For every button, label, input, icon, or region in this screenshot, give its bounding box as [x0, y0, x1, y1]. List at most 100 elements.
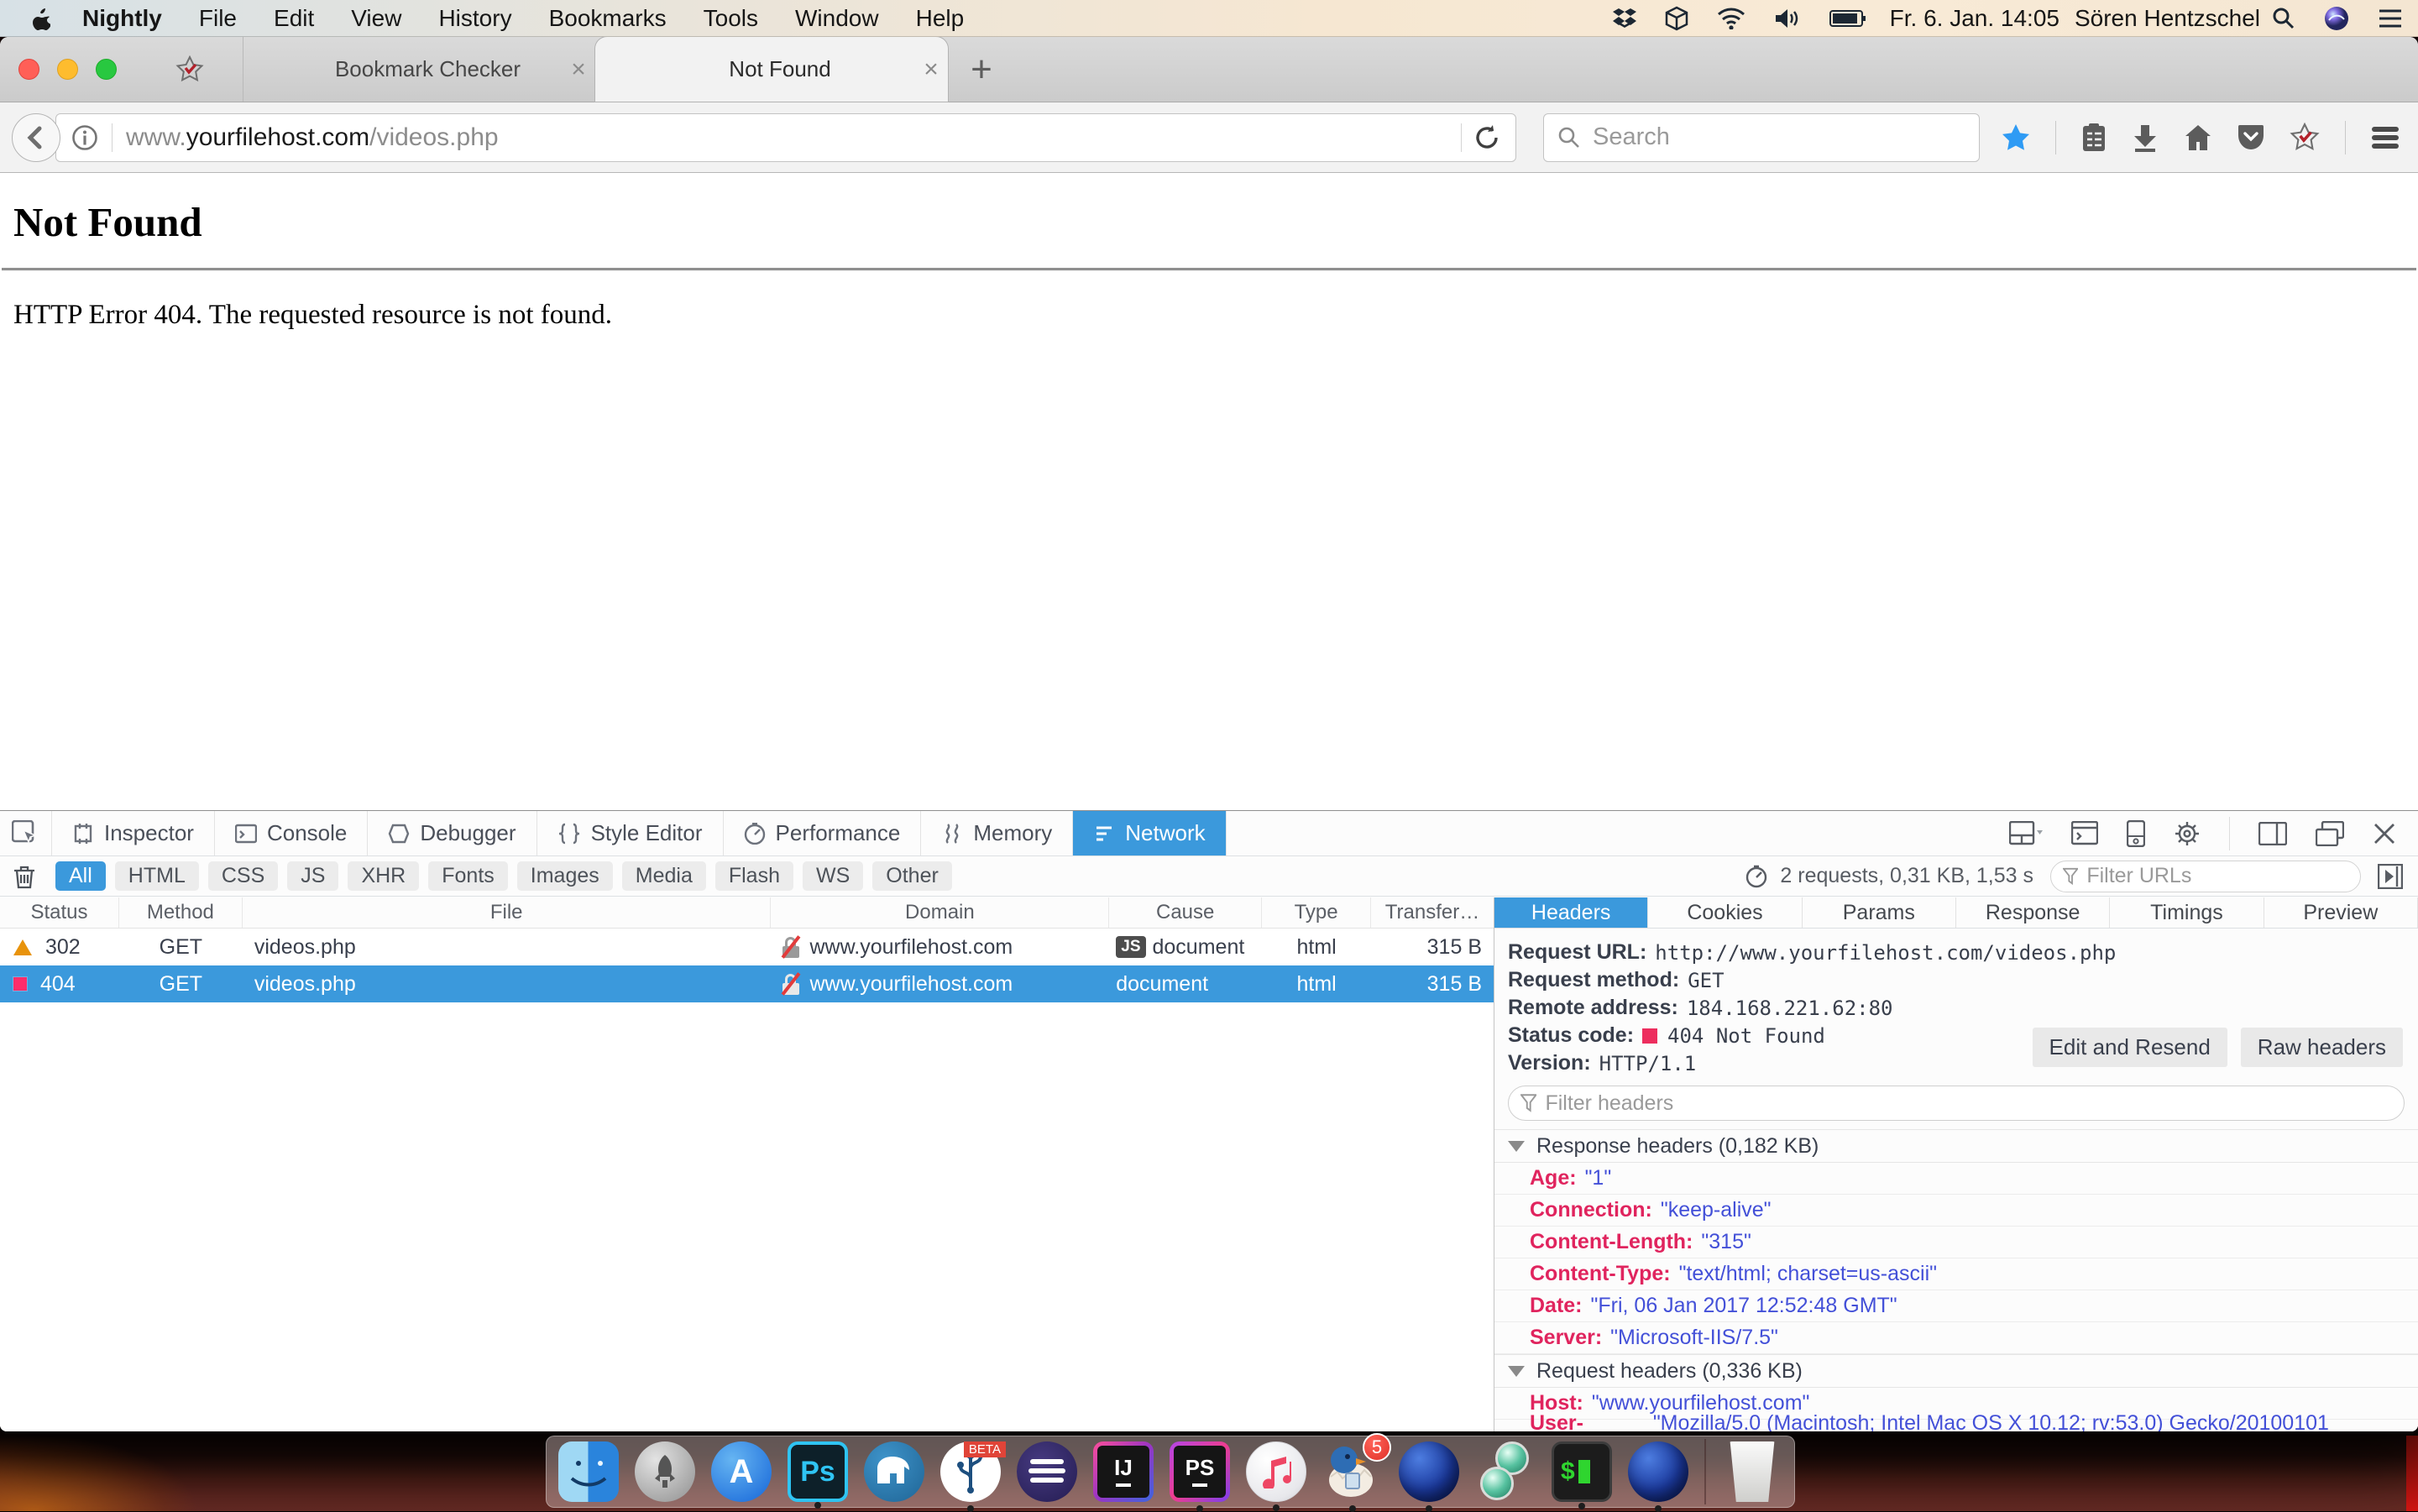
apple-menu-icon[interactable]	[30, 7, 50, 30]
dock-sourcetree-beta-icon[interactable]: BETA	[940, 1441, 1001, 1502]
tab-close-icon[interactable]: ×	[914, 55, 948, 84]
dock-trash-icon[interactable]	[1722, 1441, 1782, 1502]
header-row-content-length[interactable]: Content-Length:"315"	[1494, 1227, 2418, 1258]
dock-photoshop-icon[interactable]: Ps	[788, 1441, 848, 1502]
new-tab-button[interactable]: +	[948, 37, 1015, 102]
menu-user-name[interactable]: Sören Hentzschel	[2075, 5, 2260, 32]
header-row-date[interactable]: Date:"Fri, 06 Jan 2017 12:52:48 GMT"	[1494, 1290, 2418, 1322]
devtools-tab-memory[interactable]: Memory	[921, 811, 1073, 855]
element-picker-button[interactable]	[0, 811, 52, 855]
console-panel-icon[interactable]	[2071, 821, 2098, 846]
column-method[interactable]: Method	[119, 897, 243, 928]
dock-app-store-icon[interactable]: A	[711, 1441, 772, 1502]
filter-headers-input[interactable]	[1545, 1091, 2392, 1116]
dock-launchpad-icon[interactable]	[635, 1441, 695, 1502]
menu-bookmarks[interactable]: Bookmarks	[549, 5, 667, 32]
devtools-tab-inspector[interactable]: Inspector	[52, 811, 215, 855]
filter-headers-box[interactable]	[1508, 1086, 2405, 1121]
dock-thunderbird-icon[interactable]: 5	[1322, 1441, 1383, 1502]
header-row-user-agent[interactable]: User-Agent:"Mozilla/5.0 (Macintosh; Inte…	[1494, 1420, 2418, 1431]
header-row-content-type[interactable]: Content-Type:"text/html; charset=us-asci…	[1494, 1258, 2418, 1290]
menu-clock[interactable]: Fr. 6. Jan. 14:05	[1890, 5, 2059, 32]
filter-fonts[interactable]: Fonts	[428, 861, 508, 891]
performance-analysis-icon[interactable]	[1745, 865, 1768, 888]
menu-view[interactable]: View	[351, 5, 401, 32]
har-export-icon[interactable]	[2378, 864, 2403, 889]
tab-close-icon[interactable]: ×	[562, 55, 595, 84]
filter-html[interactable]: HTML	[115, 861, 199, 891]
filter-flash[interactable]: Flash	[715, 861, 793, 891]
hamburger-menu-icon[interactable]	[2371, 125, 2400, 150]
cube-app-icon[interactable]	[1665, 6, 1688, 31]
search-input[interactable]	[1593, 123, 1965, 151]
menu-file[interactable]: File	[199, 5, 237, 32]
url-bar[interactable]: www.yourfilehost.com/videos.php	[55, 113, 1516, 162]
dock-terminal-icon[interactable]: $	[1552, 1441, 1612, 1502]
filter-other[interactable]: Other	[872, 861, 952, 891]
column-transfer[interactable]: Transfer…	[1371, 897, 1494, 928]
raw-headers-button[interactable]: Raw headers	[2241, 1028, 2403, 1067]
filter-xhr[interactable]: XHR	[348, 861, 419, 891]
siri-icon[interactable]	[2324, 6, 2349, 31]
downloads-icon[interactable]	[2132, 123, 2159, 152]
devtools-tab-debugger[interactable]: Debugger	[368, 811, 536, 855]
tab-not-found[interactable]: Not Found ×	[595, 37, 948, 102]
filter-css[interactable]: CSS	[208, 861, 278, 891]
header-row-age[interactable]: Age:"1"	[1494, 1163, 2418, 1195]
menu-history[interactable]: History	[438, 5, 511, 32]
detail-tab-headers[interactable]: Headers	[1494, 897, 1648, 928]
dock-finder-icon[interactable]	[558, 1441, 619, 1502]
search-bar[interactable]	[1543, 113, 1980, 162]
minimize-window-button[interactable]	[57, 59, 78, 80]
filter-ws[interactable]: WS	[803, 861, 863, 891]
response-headers-section[interactable]: Response headers (0,182 KB)	[1494, 1129, 2418, 1163]
menu-help[interactable]: Help	[916, 5, 965, 32]
request-headers-section[interactable]: Request headers (0,336 KB)	[1494, 1354, 2418, 1388]
tab-bookmark-checker[interactable]: Bookmark Checker ×	[243, 37, 595, 102]
reading-list-icon[interactable]	[2081, 123, 2107, 153]
bookmark-checker-addon-icon[interactable]	[2290, 123, 2320, 153]
zoom-window-button[interactable]	[96, 59, 117, 80]
responsive-design-icon[interactable]	[2127, 820, 2145, 847]
edit-and-resend-button[interactable]: Edit and Resend	[2033, 1028, 2227, 1067]
filter-all[interactable]: All	[55, 861, 106, 891]
filter-js[interactable]: JS	[287, 861, 338, 891]
dock-mamp-icon[interactable]	[864, 1441, 924, 1502]
devtools-settings-gear-icon[interactable]	[2174, 820, 2201, 847]
request-row-302[interactable]: 302 GET videos.php www.yourfilehost.com …	[0, 929, 1494, 965]
detail-tab-cookies[interactable]: Cookies	[1648, 897, 1802, 928]
column-domain[interactable]: Domain	[771, 897, 1109, 928]
back-button[interactable]	[12, 113, 60, 162]
filter-media[interactable]: Media	[622, 861, 706, 891]
dock-intellij-icon[interactable]: IJ	[1093, 1441, 1154, 1502]
filter-images[interactable]: Images	[517, 861, 613, 891]
site-info-icon[interactable]	[71, 124, 98, 151]
detail-tab-response[interactable]: Response	[1956, 897, 2110, 928]
filter-urls-box[interactable]	[2050, 861, 2361, 892]
close-window-button[interactable]	[18, 59, 39, 80]
column-type[interactable]: Type	[1262, 897, 1371, 928]
close-devtools-icon[interactable]	[2373, 822, 2396, 845]
dock-to-side-icon[interactable]	[2258, 822, 2287, 845]
column-file[interactable]: File	[243, 897, 772, 928]
detail-tab-timings[interactable]: Timings	[2110, 897, 2264, 928]
menu-edit[interactable]: Edit	[274, 5, 314, 32]
dock-itunes-icon[interactable]	[1246, 1441, 1306, 1502]
header-row-connection[interactable]: Connection:"keep-alive"	[1494, 1195, 2418, 1227]
separate-window-icon[interactable]	[2316, 821, 2344, 846]
menu-tools[interactable]: Tools	[704, 5, 758, 32]
filter-urls-input[interactable]	[2086, 864, 2348, 888]
split-console-layout-icon[interactable]	[2009, 821, 2043, 846]
dock-phpstorm-icon[interactable]: PS	[1170, 1441, 1230, 1502]
header-row-server[interactable]: Server:"Microsoft-IIS/7.5"	[1494, 1322, 2418, 1354]
column-status[interactable]: Status	[0, 897, 119, 928]
devtools-tab-performance[interactable]: Performance	[724, 811, 922, 855]
request-row-404-selected[interactable]: 404 GET videos.php www.yourfilehost.com …	[0, 965, 1494, 1002]
menu-window[interactable]: Window	[795, 5, 879, 32]
menu-app-name[interactable]: Nightly	[82, 5, 162, 32]
volume-icon[interactable]	[1774, 8, 1801, 29]
wifi-icon[interactable]	[1717, 8, 1745, 29]
home-icon[interactable]	[2184, 123, 2212, 152]
notification-center-icon[interactable]	[2378, 8, 2403, 29]
clear-requests-trash-icon[interactable]	[13, 864, 35, 889]
